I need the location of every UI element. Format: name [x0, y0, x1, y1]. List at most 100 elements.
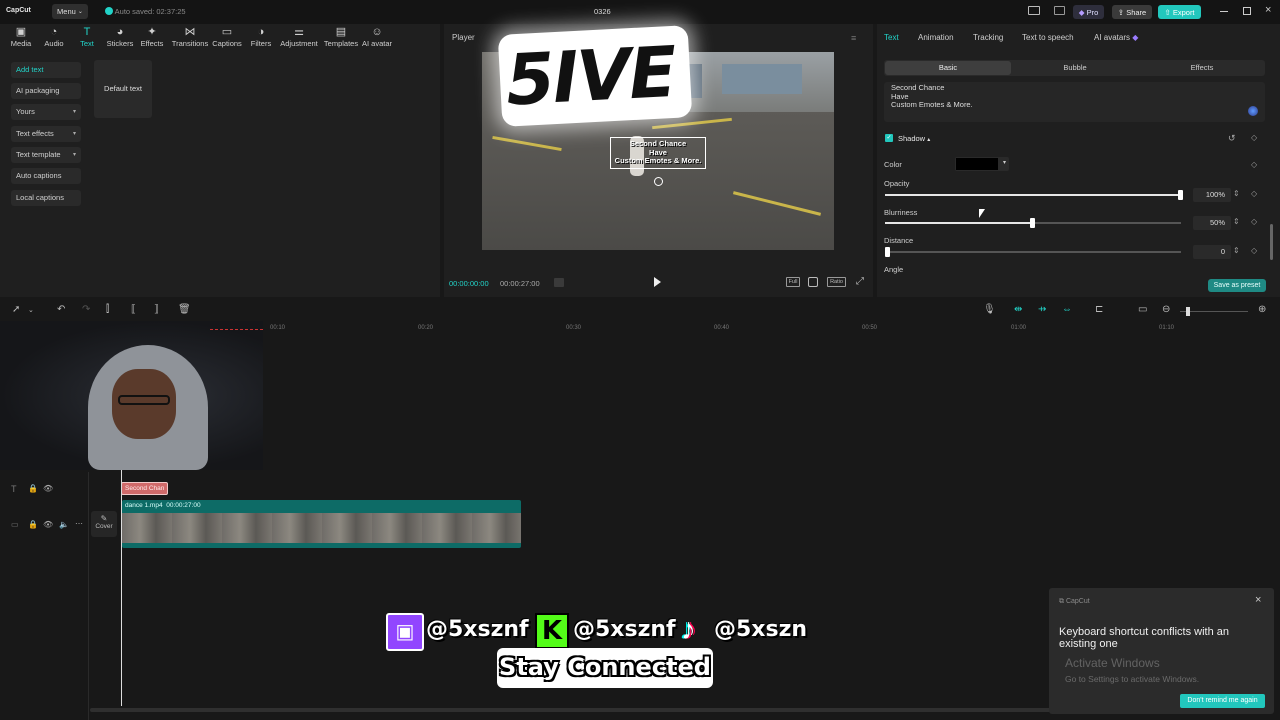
default-text-card[interactable]: Default text — [94, 60, 152, 118]
tool-captions[interactable]: ▭ Captions — [210, 26, 244, 50]
more-icon[interactable]: ⋯ — [75, 519, 83, 528]
pro-badge[interactable]: ◆ Pro — [1073, 5, 1104, 19]
split-left-icon[interactable]: ⟦ — [131, 304, 136, 315]
nav-text-template[interactable]: Text template ▾ — [11, 147, 81, 163]
reset-icon[interactable]: ↺ — [1228, 133, 1236, 144]
text-input-box[interactable]: Second Chance Have Custom Emotes & More. — [884, 82, 1265, 122]
blurriness-knob[interactable] — [1030, 218, 1035, 228]
tool-text[interactable]: T Text — [70, 26, 104, 50]
nav-text-effects[interactable]: Text effects ▾ — [11, 126, 81, 142]
eye-icon[interactable]: 👁 — [43, 520, 53, 529]
redo-icon[interactable]: ↷ — [82, 304, 90, 315]
tool-audio[interactable]: ◔ Audio — [37, 26, 71, 50]
text-selection-box[interactable]: Second Chance Have Custom Emotes & More. — [610, 137, 706, 169]
tool-ai-avatar[interactable]: ☺ AI avatar — [361, 26, 393, 50]
tool-filters[interactable]: ◑ Filters — [244, 26, 278, 50]
zoom-out-icon[interactable]: ⊖ — [1162, 304, 1170, 315]
lock-icon[interactable]: 🔒 — [28, 520, 38, 529]
opacity-value[interactable]: 100% — [1193, 188, 1231, 202]
blurriness-value[interactable]: 50% — [1193, 216, 1231, 230]
split-right-icon[interactable]: ⟧ — [154, 304, 159, 315]
shadow-color-picker[interactable]: ▾ — [955, 157, 1009, 171]
blurriness-slider[interactable] — [885, 218, 1181, 228]
stepper-icon[interactable]: ⇕ — [1233, 189, 1240, 198]
tool-stickers[interactable]: ◕ Stickers — [103, 26, 137, 50]
maximize-icon[interactable] — [1243, 7, 1251, 15]
stepper-icon[interactable]: ⇕ — [1233, 246, 1240, 255]
tab-animation[interactable]: Animation — [918, 33, 954, 42]
playhead[interactable] — [121, 470, 122, 706]
split-icon[interactable]: ⫿ — [106, 304, 109, 315]
preview-axis-icon[interactable]: ⊏ — [1095, 304, 1103, 315]
dont-remind-button[interactable]: Don't remind me again — [1180, 694, 1265, 708]
layout-icon[interactable] — [1028, 6, 1040, 15]
tool-transitions[interactable]: ⋈ Transitions — [171, 26, 209, 50]
keyframe-icon[interactable]: ◇ — [1251, 217, 1257, 226]
nav-ai-packaging[interactable]: AI packaging — [11, 83, 81, 99]
shadow-section-header[interactable]: Shadow ▴ — [898, 134, 930, 143]
tool-effects[interactable]: ✦ Effects — [135, 26, 169, 50]
keyframe-icon[interactable]: ◇ — [1251, 189, 1257, 198]
tab-tracking[interactable]: Tracking — [973, 33, 1003, 42]
distance-knob[interactable] — [885, 247, 890, 257]
full-quality-button[interactable]: Full — [786, 277, 800, 287]
distance-slider[interactable] — [885, 247, 1181, 257]
panel-scrollbar[interactable] — [1270, 224, 1273, 260]
subtab-effects[interactable]: Effects — [1139, 61, 1265, 75]
video-clip[interactable]: dance 1.mp4 00:00:27:00 — [122, 500, 521, 548]
cover-button[interactable]: ✎ Cover — [91, 511, 117, 537]
distance-value[interactable]: 0 — [1193, 245, 1231, 259]
rotate-handle-icon[interactable] — [654, 177, 663, 186]
tool-media[interactable]: ▣ Media — [4, 26, 38, 50]
ratio-button[interactable]: Ratio — [827, 277, 846, 287]
linkage-icon[interactable]: ⇔ — [1062, 304, 1072, 315]
close-icon[interactable]: × — [1265, 4, 1271, 16]
subtab-basic[interactable]: Basic — [885, 61, 1011, 75]
text-clip[interactable]: Second Chan — [121, 482, 168, 495]
export-button[interactable]: ⇧ Export — [1158, 5, 1201, 19]
shadow-checkbox[interactable]: ✓ — [885, 134, 893, 142]
tool-templates[interactable]: ▤ Templates — [322, 26, 360, 50]
tab-ai-avatars[interactable]: AI avatars ◆ — [1094, 33, 1138, 42]
zoom-knob[interactable] — [1186, 307, 1190, 316]
main-track-magnet-icon[interactable]: ⇹ — [1014, 304, 1022, 315]
screenshot-icon[interactable] — [808, 277, 818, 287]
undo-icon[interactable]: ↶ — [57, 304, 65, 315]
keyframe-icon[interactable]: ◇ — [1251, 133, 1257, 142]
volume-icon[interactable]: 🔈 — [59, 520, 69, 529]
delete-icon[interactable]: 🗑 — [178, 304, 191, 315]
minimize-icon[interactable] — [1220, 11, 1228, 12]
fit-icon[interactable]: ▭ — [1138, 304, 1147, 315]
tool-adjustment[interactable]: ⚌ Adjustment — [279, 26, 319, 50]
nav-yours[interactable]: Yours ▾ — [11, 104, 81, 120]
share-button[interactable]: ⇪ Share — [1112, 5, 1152, 19]
keyframe-icon[interactable]: ◇ — [1251, 246, 1257, 255]
eye-icon[interactable]: 👁 — [43, 484, 53, 493]
microphone-icon[interactable]: 🎙 — [983, 304, 996, 315]
zoom-slider[interactable] — [1180, 307, 1248, 316]
tab-text[interactable]: Text — [884, 33, 899, 42]
shortcuts-icon[interactable] — [1054, 6, 1065, 15]
chevron-down-icon[interactable]: ⌄ — [28, 306, 34, 314]
nav-add-text[interactable]: Add text — [11, 62, 81, 78]
menu-button[interactable]: Menu ⌄ — [52, 4, 88, 19]
select-cursor-icon[interactable]: ➚ — [12, 304, 20, 315]
ai-write-icon[interactable] — [1248, 106, 1258, 116]
fullscreen-icon[interactable]: ⤢ — [856, 276, 864, 287]
nav-local-captions[interactable]: Local captions — [11, 190, 81, 206]
stepper-icon[interactable]: ⇕ — [1233, 217, 1240, 226]
timecode-icon[interactable] — [554, 278, 564, 287]
time-ruler[interactable]: 00:10 00:20 00:30 00:40 00:50 01:00 01:1… — [263, 322, 1280, 334]
auto-snap-icon[interactable]: ⇸ — [1038, 304, 1046, 315]
keyframe-icon[interactable]: ◇ — [1251, 160, 1257, 169]
zoom-in-icon[interactable]: ⊕ — [1258, 304, 1266, 315]
tab-text-to-speech[interactable]: Text to speech — [1022, 33, 1074, 42]
opacity-knob[interactable] — [1178, 190, 1183, 200]
toast-close-icon[interactable]: × — [1255, 594, 1261, 606]
nav-auto-captions[interactable]: Auto captions — [11, 168, 81, 184]
opacity-slider[interactable] — [885, 190, 1183, 200]
play-icon[interactable] — [654, 277, 661, 287]
lock-icon[interactable]: 🔒 — [28, 484, 38, 493]
player-menu-icon[interactable]: ≡ — [851, 33, 856, 43]
subtab-bubble[interactable]: Bubble — [1012, 61, 1138, 75]
